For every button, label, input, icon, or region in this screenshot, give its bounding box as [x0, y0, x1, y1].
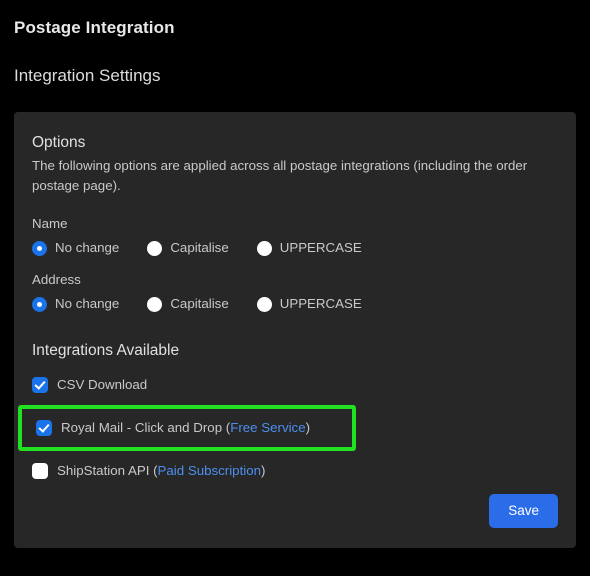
radio-dot-icon[interactable]	[147, 240, 163, 256]
integration-label-suffix: )	[305, 420, 311, 435]
integration-row-csv-download[interactable]: CSV Download	[32, 367, 558, 403]
address-radio-row: No change Capitalise UPPERCASE	[32, 296, 558, 312]
integration-label: Royal Mail - Click and Drop (Free Servic…	[61, 420, 310, 436]
integrations-heading: Integrations Available	[32, 342, 180, 359]
integration-label: CSV Download	[57, 377, 147, 393]
name-radio-row: No change Capitalise UPPERCASE	[32, 240, 558, 256]
free-service-link[interactable]: Free Service	[230, 420, 305, 435]
radio-dot-icon[interactable]	[256, 296, 272, 312]
options-description: The following options are applied across…	[32, 158, 528, 193]
name-group-label: Name	[32, 216, 68, 231]
checkbox-icon[interactable]	[36, 420, 52, 436]
highlight-box: Royal Mail - Click and Drop (Free Servic…	[18, 405, 356, 451]
integration-label-suffix: )	[261, 463, 266, 478]
checkbox-icon[interactable]	[32, 377, 48, 393]
radio-name-uppercase[interactable]: UPPERCASE	[256, 240, 362, 256]
radio-address-capitalise[interactable]: Capitalise	[147, 296, 229, 312]
radio-name-no-change[interactable]: No change	[32, 240, 119, 256]
integration-label-text: Royal Mail - Click and Drop (	[61, 420, 231, 435]
integration-label: ShipStation API (Paid Subscription)	[57, 463, 265, 479]
address-casing-group: Address No change Capitalise UPPERCASE	[32, 272, 558, 312]
paid-subscription-link[interactable]: Paid Subscription	[158, 463, 261, 478]
radio-dot-icon[interactable]	[256, 240, 272, 256]
radio-label: No change	[55, 296, 120, 311]
radio-label: Capitalise	[170, 240, 229, 255]
radio-address-no-change[interactable]: No change	[32, 296, 119, 312]
checkbox-icon[interactable]	[32, 463, 48, 479]
integration-label-text: ShipStation API (	[57, 463, 158, 478]
radio-dot-icon[interactable]	[32, 240, 47, 256]
radio-label: UPPERCASE	[279, 240, 362, 255]
radio-dot-icon[interactable]	[147, 296, 163, 312]
radio-label: No change	[55, 240, 120, 255]
name-casing-group: Name No change Capitalise UPPERCASE	[32, 216, 558, 256]
radio-name-capitalise[interactable]: Capitalise	[147, 240, 229, 256]
integration-row-shipstation[interactable]: ShipStation API (Paid Subscription)	[32, 453, 558, 489]
save-button[interactable]: Save	[489, 494, 558, 528]
radio-dot-icon[interactable]	[32, 296, 47, 312]
options-heading: Options	[32, 134, 86, 151]
page-title: Postage Integration	[14, 18, 175, 37]
integration-label-text: CSV Download	[57, 377, 148, 392]
integration-settings-panel: Options The following options are applie…	[14, 112, 576, 548]
radio-label: Capitalise	[170, 296, 229, 311]
section-title: Integration Settings	[14, 66, 161, 85]
radio-label: UPPERCASE	[279, 296, 362, 311]
integration-row-royal-mail[interactable]: Royal Mail - Click and Drop (Free Servic…	[36, 414, 352, 442]
radio-address-uppercase[interactable]: UPPERCASE	[256, 296, 362, 312]
address-group-label: Address	[32, 272, 81, 287]
